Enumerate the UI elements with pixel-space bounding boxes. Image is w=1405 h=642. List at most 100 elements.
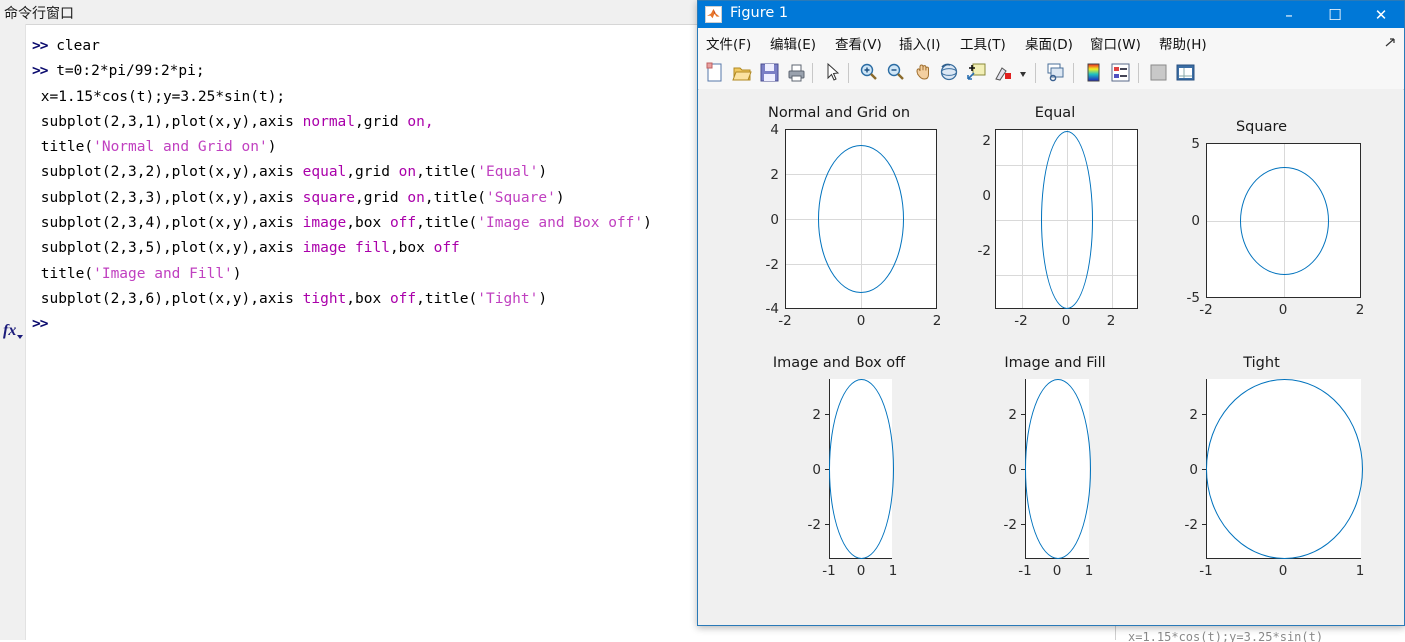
hide-plot-tools-icon[interactable] bbox=[1148, 62, 1169, 83]
menu-item-4[interactable]: 工具(T) bbox=[960, 33, 1006, 53]
ytick-label: 2 bbox=[812, 407, 821, 423]
brush-dropdown-icon[interactable] bbox=[1018, 67, 1028, 88]
dock-arrow-icon[interactable] bbox=[1385, 36, 1396, 51]
subplot-tight: Tight 2 0 -2 -1 0 1 bbox=[1154, 355, 1369, 595]
command-line: title('Image and Fill') bbox=[32, 262, 692, 287]
ytick-label: -2 bbox=[1184, 517, 1198, 533]
code-token: ) bbox=[538, 164, 548, 181]
code-token: square bbox=[302, 189, 356, 206]
ytick-label: 2 bbox=[982, 133, 991, 149]
command-line: >> clear bbox=[32, 34, 692, 59]
ytick-label: -2 bbox=[765, 257, 779, 273]
code-token: subplot(2,3,1),plot(x,y),axis bbox=[32, 113, 303, 130]
command-line: subplot(2,3,1),plot(x,y),axis normal,gri… bbox=[32, 110, 692, 135]
code-token: ,grid bbox=[355, 189, 408, 206]
menu-item-5[interactable]: 桌面(D) bbox=[1025, 33, 1073, 53]
subplot-title: Image and Box off bbox=[772, 355, 906, 371]
pointer-select-icon[interactable] bbox=[822, 62, 843, 83]
code-token: ,box bbox=[389, 240, 434, 257]
code-token: ) bbox=[232, 265, 242, 282]
pan-hand-icon[interactable] bbox=[912, 62, 933, 83]
print-figure-icon[interactable] bbox=[786, 62, 807, 83]
data-curve-ellipse bbox=[1240, 167, 1329, 275]
new-figure-icon[interactable] bbox=[705, 62, 726, 83]
command-window-output[interactable]: >> clear >> t=0:2*pi/99:2*pi; x=1.15*cos(… bbox=[32, 34, 692, 338]
gridline-x-neg2 bbox=[1022, 130, 1023, 308]
menu-item-3[interactable]: 插入(I) bbox=[899, 33, 941, 53]
code-token: x=1.15*cos(t);y=3.25*sin(t); bbox=[32, 88, 286, 105]
code-token: subplot(2,3,2),plot(x,y),axis bbox=[32, 164, 303, 181]
code-token: on bbox=[407, 189, 425, 206]
data-curve-ellipse bbox=[1025, 379, 1091, 559]
axes-box[interactable] bbox=[1025, 379, 1091, 559]
xtick-label: 1 bbox=[1084, 563, 1094, 579]
menu-item-2[interactable]: 查看(V) bbox=[835, 33, 882, 53]
command-line: subplot(2,3,5),plot(x,y),axis image fill… bbox=[32, 236, 692, 261]
subplot-square: Square 5 0 -5 -2 0 2 bbox=[1154, 105, 1369, 335]
command-window-title: 命令行窗口 bbox=[4, 6, 74, 22]
code-token: title( bbox=[32, 265, 94, 282]
xtick-label: 0 bbox=[1278, 563, 1288, 579]
menu-item-6[interactable]: 窗口(W) bbox=[1090, 33, 1141, 53]
data-curve-ellipse bbox=[829, 379, 894, 559]
matlab-logo-icon bbox=[705, 6, 722, 23]
code-token: off bbox=[389, 215, 417, 232]
code-token: ) bbox=[538, 290, 548, 307]
data-cursor-icon[interactable] bbox=[966, 62, 987, 83]
command-prompt: >> bbox=[32, 38, 49, 54]
toolbar-separator bbox=[848, 63, 849, 83]
subplot-title: Normal and Grid on bbox=[767, 105, 911, 121]
ytick-label: 2 bbox=[770, 167, 779, 183]
command-line: subplot(2,3,3),plot(x,y),axis square,gri… bbox=[32, 186, 692, 211]
ytick-label: -2 bbox=[1003, 517, 1017, 533]
ytick-mark bbox=[825, 469, 829, 470]
axes-box[interactable] bbox=[1206, 143, 1361, 298]
axes-box[interactable] bbox=[829, 379, 894, 559]
brush-data-icon[interactable] bbox=[993, 62, 1014, 83]
close-button[interactable]: ✕ bbox=[1358, 1, 1404, 28]
code-token: tight bbox=[302, 290, 347, 307]
code-token: ) bbox=[267, 139, 277, 156]
colorbar-icon[interactable] bbox=[1083, 62, 1104, 83]
code-token: title( bbox=[32, 139, 94, 156]
xtick-label: 0 bbox=[1278, 302, 1288, 318]
show-plot-tools-icon[interactable] bbox=[1175, 62, 1196, 83]
rotate-3d-icon[interactable] bbox=[939, 62, 960, 83]
zoom-in-icon[interactable] bbox=[858, 62, 879, 83]
axes-box[interactable] bbox=[1206, 379, 1363, 559]
code-token: ,title( bbox=[424, 189, 486, 206]
figure-titlebar[interactable]: Figure 1 – ☐ ✕ bbox=[698, 1, 1404, 28]
ytick-mark bbox=[1202, 469, 1206, 470]
maximize-button[interactable]: ☐ bbox=[1312, 1, 1358, 28]
fx-function-browser-icon[interactable]: fx bbox=[3, 322, 23, 340]
axes-box[interactable] bbox=[995, 129, 1138, 309]
menu-item-0[interactable]: 文件(F) bbox=[706, 33, 751, 53]
zoom-out-icon[interactable] bbox=[885, 62, 906, 83]
code-token: normal bbox=[302, 113, 356, 130]
save-figure-icon[interactable] bbox=[759, 62, 780, 83]
code-token: subplot(2,3,3),plot(x,y),axis bbox=[32, 189, 303, 206]
code-token: 'Square' bbox=[485, 189, 556, 206]
figure-canvas: Normal and Grid on 4 2 0 -2 -4 -2 0 2 Eq… bbox=[699, 89, 1403, 625]
code-token: ,title( bbox=[416, 290, 478, 307]
legend-icon[interactable] bbox=[1110, 62, 1131, 83]
code-token: equal bbox=[302, 164, 347, 181]
code-token: 'Normal and Grid on' bbox=[93, 139, 268, 156]
code-token: ,box bbox=[346, 290, 390, 307]
ytick-mark bbox=[1021, 414, 1025, 415]
subplot-title: Square bbox=[1235, 119, 1288, 135]
ytick-mark bbox=[825, 414, 829, 415]
code-token: subplot(2,3,5),plot(x,y),axis bbox=[32, 240, 303, 257]
xtick-label: 1 bbox=[888, 563, 898, 579]
menu-item-7[interactable]: 帮助(H) bbox=[1159, 33, 1207, 53]
code-token: on, bbox=[407, 113, 434, 130]
code-token: ,title( bbox=[416, 164, 478, 181]
minimize-button[interactable]: – bbox=[1266, 1, 1312, 28]
open-file-icon[interactable] bbox=[732, 62, 753, 83]
axes-box[interactable] bbox=[785, 129, 937, 309]
link-plot-icon[interactable] bbox=[1045, 62, 1066, 83]
ytick-label: 5 bbox=[1191, 136, 1200, 152]
menu-item-1[interactable]: 编辑(E) bbox=[770, 33, 816, 53]
subplot-title: Image and Fill bbox=[1004, 355, 1106, 371]
ytick-label: 0 bbox=[1008, 462, 1017, 478]
